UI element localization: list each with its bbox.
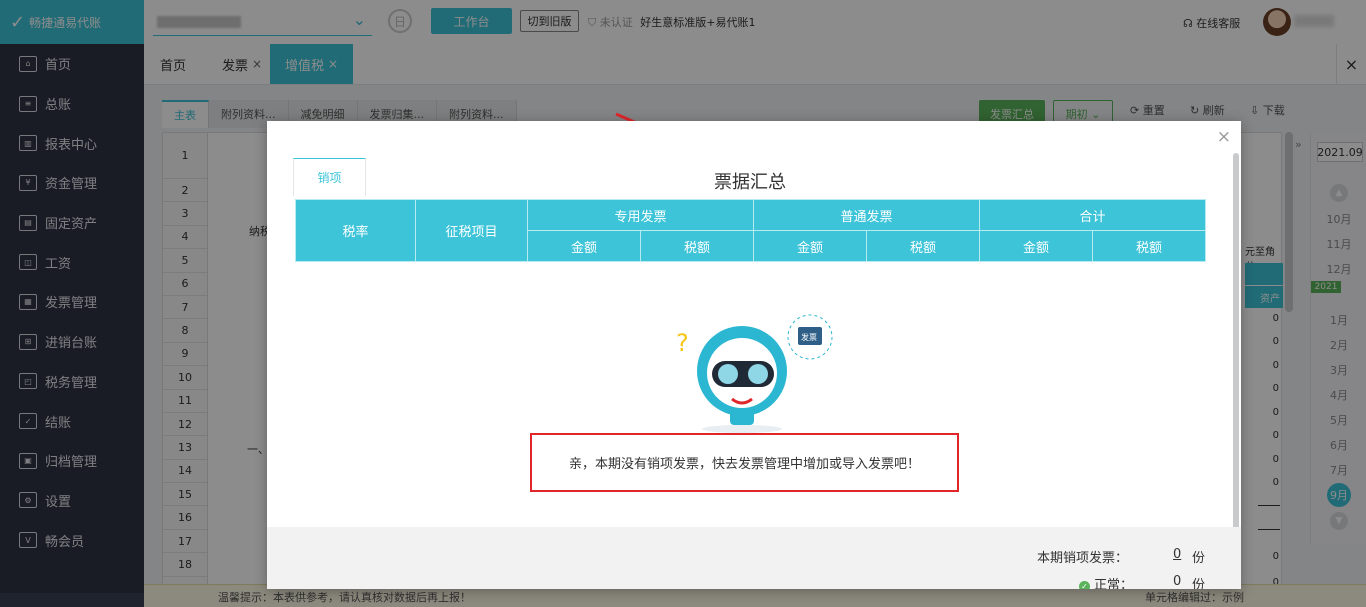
- summary-table: 税率 征税项目 专用发票 普通发票 合计 金额 税额 金额 税额 金额 税额: [295, 199, 1206, 262]
- col-tax-item: 征税项目: [415, 199, 528, 262]
- output-invoice-count[interactable]: 0: [1173, 547, 1181, 562]
- modal-footer: 本期销项发票： 0 份 ✓ 正常： 0 份: [267, 527, 1241, 589]
- col-total: 合计: [979, 199, 1206, 231]
- col-ordinary-invoice: 普通发票: [753, 199, 980, 231]
- modal-scrollbar[interactable]: [1233, 153, 1239, 543]
- count-unit: 份: [1192, 578, 1206, 589]
- output-invoice-count-label: 本期销项发票：: [1037, 551, 1129, 566]
- col-amount: 金额: [527, 230, 641, 262]
- col-tax: 税额: [866, 230, 980, 262]
- col-amount: 金额: [753, 230, 867, 262]
- count-unit: 份: [1192, 551, 1206, 566]
- normal-count: 0: [1173, 574, 1182, 589]
- normal-label-text: 正常：: [1094, 578, 1134, 589]
- empty-mascot-illustration: ? 发票: [676, 314, 833, 433]
- empty-badge-text: 发票: [801, 332, 817, 342]
- check-icon: ✓: [1079, 581, 1090, 589]
- col-amount: 金额: [979, 230, 1093, 262]
- col-special-invoice: 专用发票: [527, 199, 754, 231]
- empty-message-text: 亲，本期没有销项发票，快去发票管理中增加或导入发票吧！: [568, 457, 920, 472]
- close-icon[interactable]: ×: [1217, 127, 1231, 147]
- col-tax-rate: 税率: [295, 199, 416, 262]
- empty-message: 亲，本期没有销项发票，快去发票管理中增加或导入发票吧！: [530, 433, 959, 492]
- modal-title: 票据汇总: [714, 172, 786, 193]
- col-tax: 税额: [1092, 230, 1206, 262]
- normal-count-label: ✓ 正常：: [1079, 574, 1133, 589]
- invoice-summary-modal: × 销项 票据汇总 税率 征税项目 专用发票 普通发票 合计 金额 税额 金额 …: [267, 121, 1241, 589]
- svg-text:?: ?: [676, 329, 689, 357]
- col-tax: 税额: [640, 230, 754, 262]
